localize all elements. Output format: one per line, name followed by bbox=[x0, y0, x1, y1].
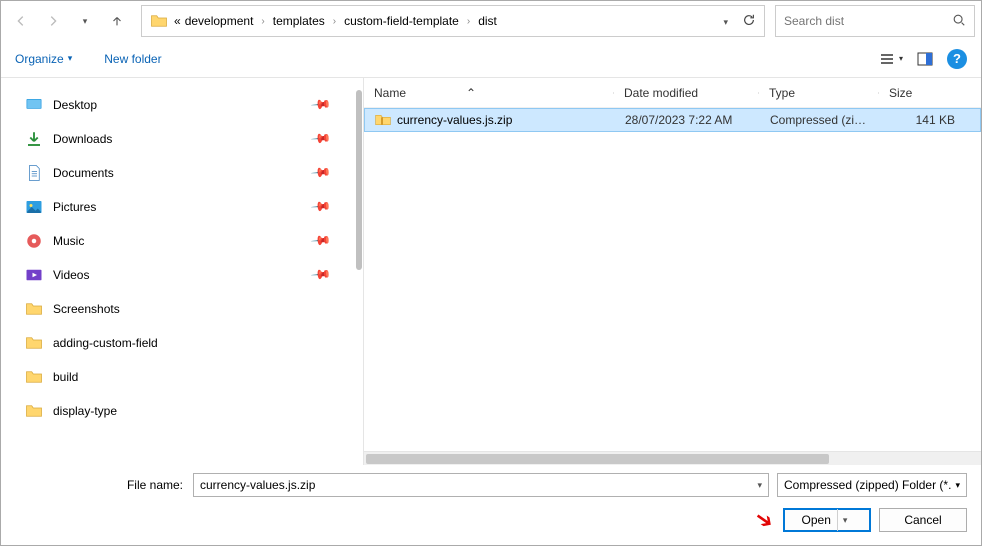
organize-menu[interactable]: Organize ▾ bbox=[15, 52, 72, 66]
pictures-icon bbox=[25, 198, 43, 216]
breadcrumb-item[interactable]: development bbox=[183, 12, 256, 30]
sidebar-item-videos[interactable]: Videos 📌 bbox=[25, 264, 353, 286]
pin-icon: 📌 bbox=[310, 196, 333, 219]
sidebar-item-documents[interactable]: Documents 📌 bbox=[25, 162, 353, 184]
file-list[interactable]: currency-values.js.zip 28/07/2023 7:22 A… bbox=[364, 108, 981, 451]
sidebar-item-music[interactable]: Music 📌 bbox=[25, 230, 353, 252]
pin-icon: 📌 bbox=[310, 128, 333, 151]
sidebar-item-downloads[interactable]: Downloads 📌 bbox=[25, 128, 353, 150]
file-name-input[interactable] bbox=[200, 478, 751, 492]
file-type-filter-label: Compressed (zipped) Folder (*. bbox=[784, 478, 955, 492]
file-type: Compressed (zipp... bbox=[760, 113, 880, 127]
breadcrumb-item[interactable]: custom-field-template bbox=[342, 12, 461, 30]
file-date: 28/07/2023 7:22 AM bbox=[615, 113, 760, 127]
view-options-button[interactable]: ▾ bbox=[879, 47, 903, 71]
sidebar-item-display-type[interactable]: display-type bbox=[25, 400, 353, 422]
chevron-right-icon[interactable]: › bbox=[255, 16, 270, 27]
column-headers: Name ⌃ Date modified Type Size bbox=[364, 78, 981, 108]
sidebar-item-label: Music bbox=[53, 234, 84, 248]
sidebar-item-screenshots[interactable]: Screenshots bbox=[25, 298, 353, 320]
open-button[interactable]: Open ▾ bbox=[783, 508, 871, 532]
search-box[interactable] bbox=[775, 5, 975, 37]
sidebar-item-label: Videos bbox=[53, 268, 89, 282]
open-button-label: Open bbox=[802, 513, 831, 527]
pin-icon: 📌 bbox=[310, 230, 333, 253]
file-type-filter[interactable]: Compressed (zipped) Folder (*. ▾ bbox=[777, 473, 967, 497]
footer: File name: ▾ Compressed (zipped) Folder … bbox=[1, 465, 981, 545]
chevron-down-icon: ▾ bbox=[955, 480, 960, 491]
breadcrumb-item[interactable]: templates bbox=[271, 12, 327, 30]
sidebar: Desktop 📌 Downloads 📌 Documents 📌 Pictures 📌… bbox=[1, 78, 363, 465]
back-button[interactable] bbox=[7, 7, 35, 35]
file-size: 141 KB bbox=[880, 113, 980, 127]
folder-icon bbox=[25, 334, 43, 352]
folder-icon bbox=[25, 300, 43, 318]
file-name-label: File name: bbox=[15, 478, 185, 492]
chevron-right-icon[interactable]: › bbox=[327, 16, 342, 27]
sort-indicator-icon: ⌃ bbox=[466, 86, 476, 100]
sidebar-item-build[interactable]: build bbox=[25, 366, 353, 388]
file-name-dropdown[interactable]: ▾ bbox=[751, 480, 762, 491]
sidebar-item-adding-custom-field[interactable]: adding-custom-field bbox=[25, 332, 353, 354]
file-name-field[interactable]: ▾ bbox=[193, 473, 769, 497]
videos-icon bbox=[25, 266, 43, 284]
sidebar-item-label: build bbox=[53, 370, 78, 384]
column-date[interactable]: Date modified bbox=[614, 86, 759, 100]
breadcrumb-item[interactable]: dist bbox=[476, 12, 499, 30]
sidebar-item-label: display-type bbox=[53, 404, 117, 418]
column-type[interactable]: Type bbox=[759, 86, 879, 100]
sidebar-item-label: Pictures bbox=[53, 200, 96, 214]
folder-icon bbox=[150, 12, 168, 30]
music-icon bbox=[25, 232, 43, 250]
column-size[interactable]: Size bbox=[879, 86, 981, 100]
desktop-icon bbox=[25, 96, 43, 114]
sidebar-item-label: Documents bbox=[53, 166, 114, 180]
breadcrumb-prefix: « bbox=[172, 12, 183, 30]
sidebar-item-label: Desktop bbox=[53, 98, 97, 112]
pin-icon: 📌 bbox=[310, 162, 333, 185]
sidebar-item-label: Downloads bbox=[53, 132, 112, 146]
address-bar-row: ▾ « development› templates› custom-field… bbox=[1, 1, 981, 41]
sidebar-item-desktop[interactable]: Desktop 📌 bbox=[25, 94, 353, 116]
organize-label: Organize bbox=[15, 52, 64, 66]
sidebar-item-label: adding-custom-field bbox=[53, 336, 158, 350]
refresh-button[interactable] bbox=[738, 13, 760, 30]
file-pane: Name ⌃ Date modified Type Size currency-v… bbox=[364, 78, 981, 465]
up-button[interactable] bbox=[103, 7, 131, 35]
forward-button[interactable] bbox=[39, 7, 67, 35]
column-name[interactable]: Name ⌃ bbox=[364, 86, 614, 100]
preview-pane-button[interactable] bbox=[913, 47, 937, 71]
cancel-button[interactable]: Cancel bbox=[879, 508, 967, 532]
horizontal-scrollbar[interactable] bbox=[364, 451, 981, 465]
annotation-arrow-icon: ➔ bbox=[749, 504, 779, 536]
downloads-icon bbox=[25, 130, 43, 148]
breadcrumb-dropdown[interactable]: ▾ bbox=[717, 14, 734, 28]
column-name-label: Name bbox=[374, 86, 406, 100]
new-folder-button[interactable]: New folder bbox=[104, 52, 161, 66]
search-icon[interactable] bbox=[952, 13, 966, 30]
file-row[interactable]: currency-values.js.zip 28/07/2023 7:22 A… bbox=[364, 108, 981, 132]
pin-icon: 📌 bbox=[310, 94, 333, 117]
sidebar-scrollbar[interactable] bbox=[355, 90, 363, 453]
recent-locations-button[interactable]: ▾ bbox=[71, 7, 99, 35]
breadcrumb[interactable]: « development› templates› custom-field-t… bbox=[141, 5, 765, 37]
folder-icon bbox=[25, 402, 43, 420]
sidebar-item-label: Screenshots bbox=[53, 302, 120, 316]
file-name: currency-values.js.zip bbox=[397, 113, 512, 127]
search-input[interactable] bbox=[784, 14, 952, 28]
sidebar-item-pictures[interactable]: Pictures 📌 bbox=[25, 196, 353, 218]
documents-icon bbox=[25, 164, 43, 182]
toolbar: Organize ▾ New folder ▾ ? bbox=[1, 41, 981, 77]
main-area: Desktop 📌 Downloads 📌 Documents 📌 Pictures 📌… bbox=[1, 77, 981, 465]
pin-icon: 📌 bbox=[310, 264, 333, 287]
zip-file-icon bbox=[375, 113, 391, 127]
folder-icon bbox=[25, 368, 43, 386]
chevron-right-icon[interactable]: › bbox=[461, 16, 476, 27]
help-button[interactable]: ? bbox=[947, 49, 967, 69]
open-split-dropdown[interactable]: ▾ bbox=[837, 509, 853, 531]
chevron-down-icon: ▾ bbox=[68, 53, 73, 64]
